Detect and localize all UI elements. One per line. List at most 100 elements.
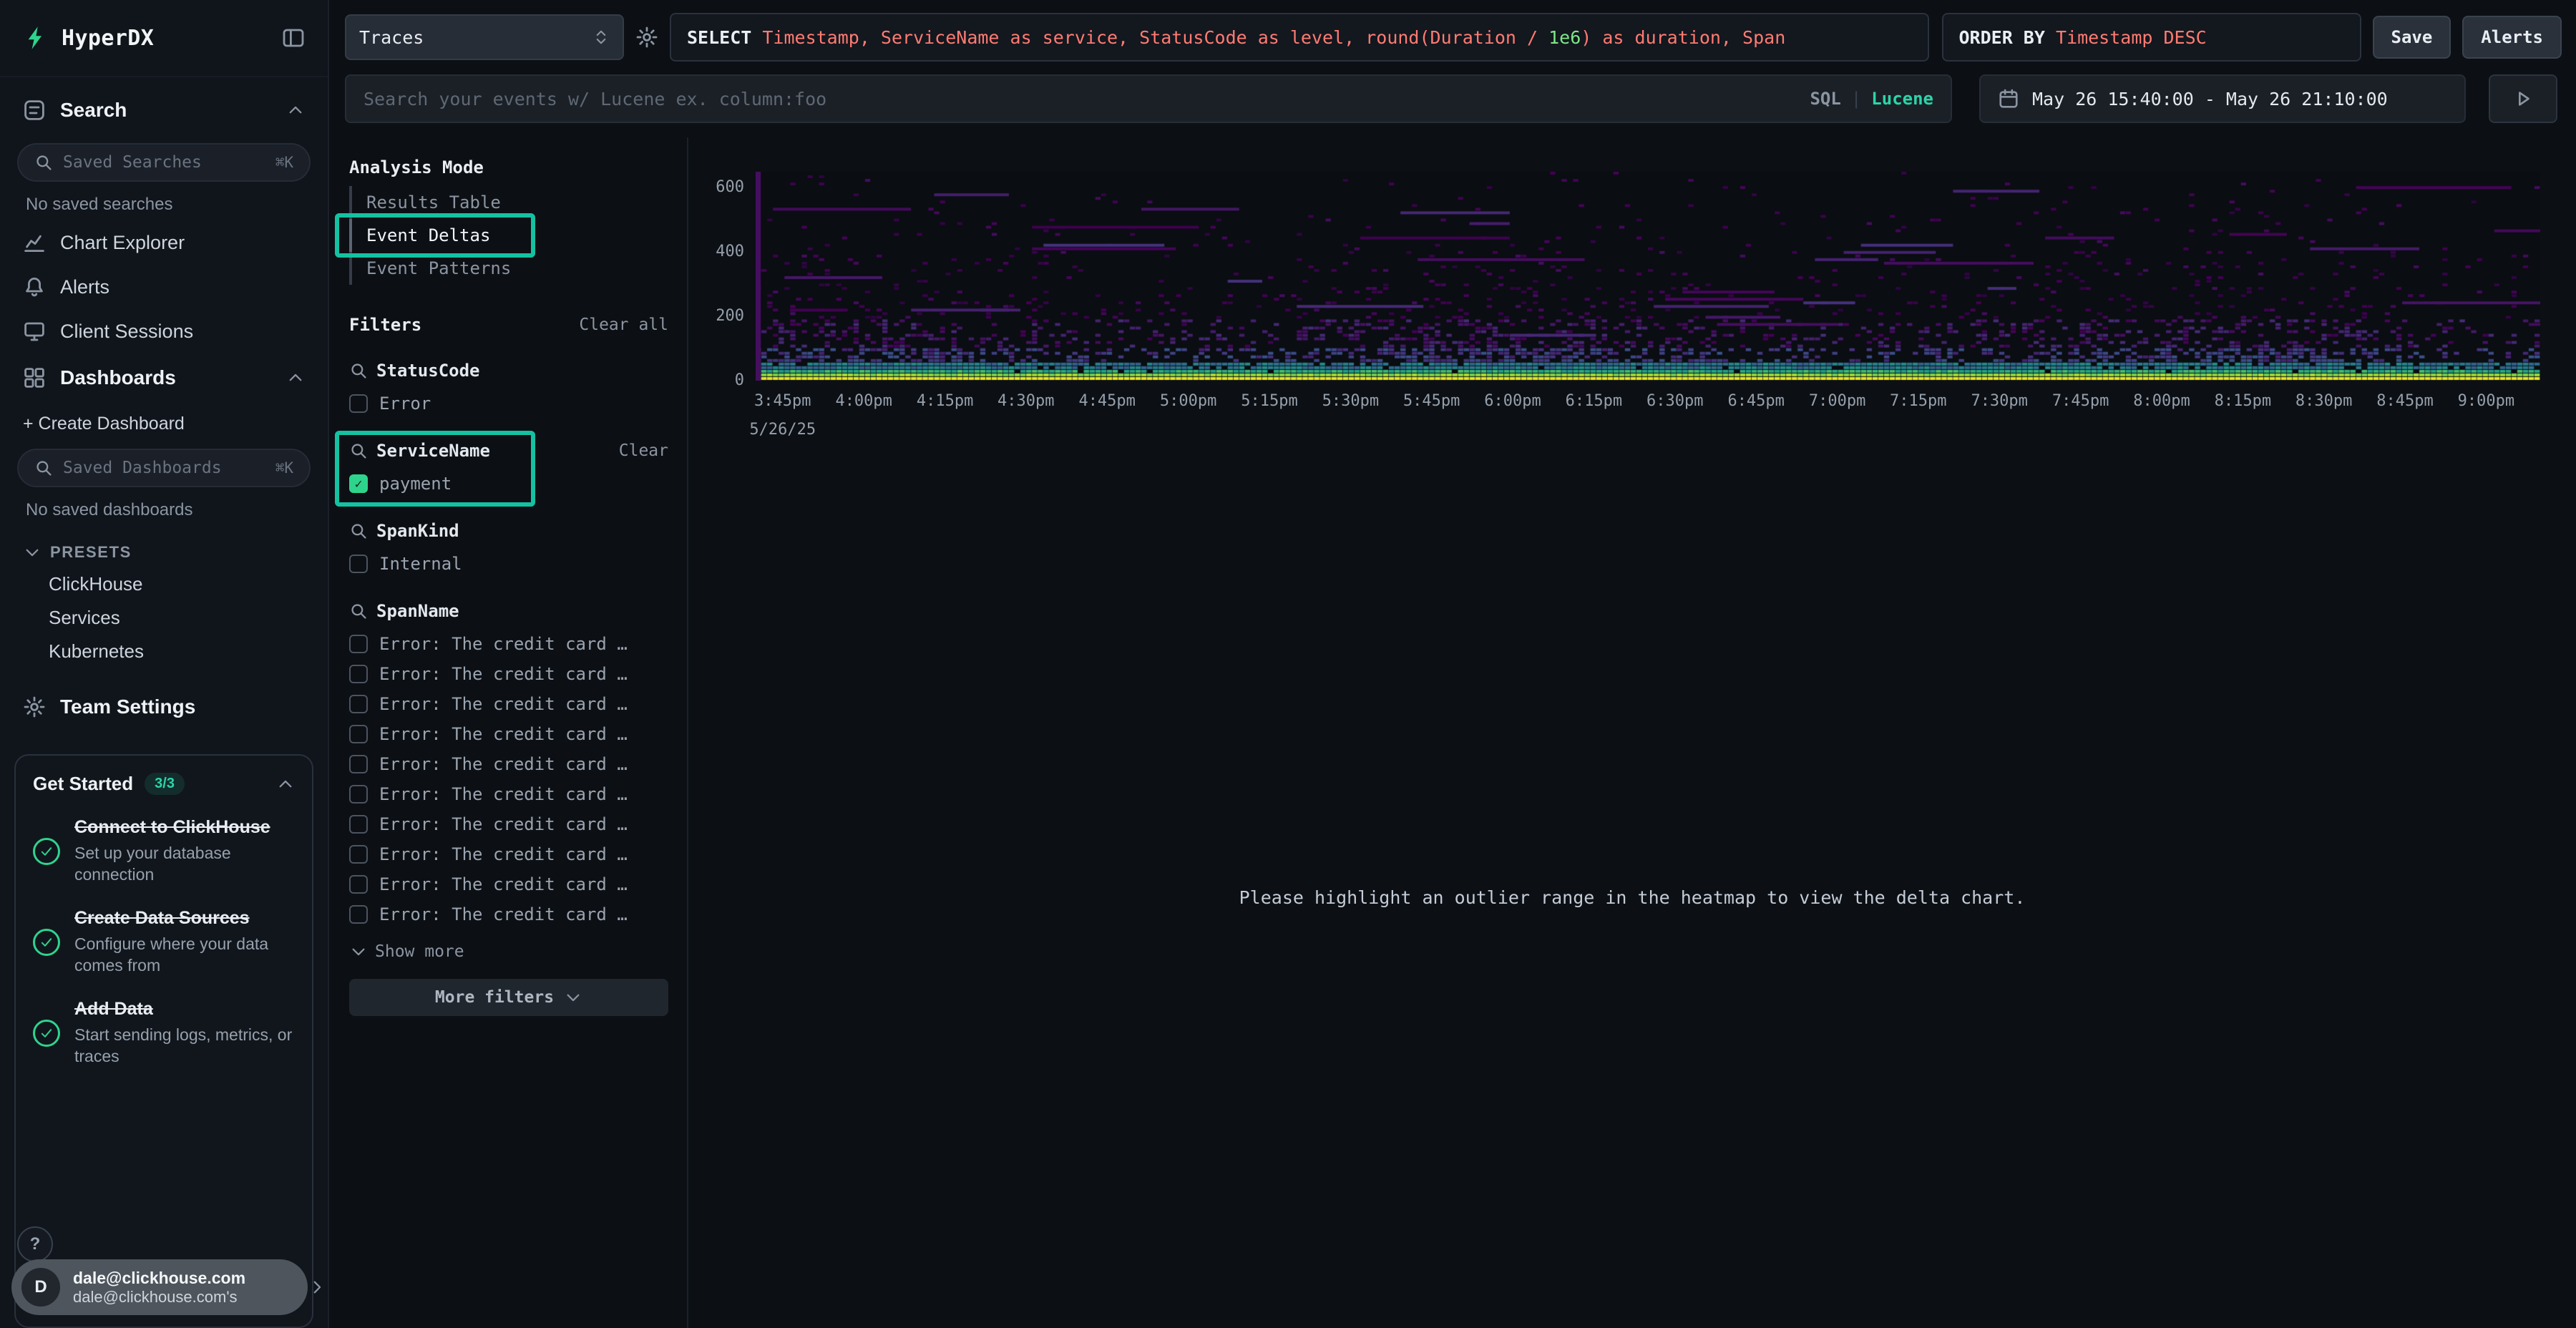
user-menu[interactable]: D dale@clickhouse.com dale@clickhouse.co… <box>11 1259 308 1315</box>
collapse-sidebar-icon[interactable] <box>282 26 305 49</box>
clear-filter-link[interactable]: Clear <box>619 441 668 460</box>
chevron-right-icon[interactable] <box>308 1278 326 1297</box>
show-more-link[interactable]: Show more <box>349 942 668 962</box>
presets-list: ClickHouseServicesKubernetes <box>0 567 328 668</box>
checkbox[interactable] <box>349 815 368 834</box>
filter-option[interactable]: Error: The credit card … <box>349 721 668 747</box>
sidebar-item-dashboards[interactable]: Dashboards <box>0 356 328 399</box>
chart-icon <box>23 231 46 254</box>
x-axis-tick-label: 7:30pm <box>1971 392 2027 410</box>
checkbox[interactable]: ✓ <box>349 474 368 493</box>
filter-option[interactable]: ✓ payment <box>349 471 668 497</box>
filter-option[interactable]: Error: The credit card … <box>349 751 668 777</box>
chevron-up-icon[interactable] <box>276 775 295 794</box>
sql-orderby-input[interactable]: ORDER BY Timestamp DESC <box>1942 13 2361 62</box>
filter-option[interactable]: Error: The credit card … <box>349 902 668 927</box>
analysis-mode-option-event-patterns[interactable]: Event Patterns <box>349 252 668 285</box>
checkbox[interactable] <box>349 905 368 924</box>
duration-heatmap[interactable] <box>756 172 2540 381</box>
bell-icon <box>23 275 46 298</box>
filter-option[interactable]: Internal <box>349 551 668 577</box>
analysis-mode-option-event-deltas[interactable]: Event Deltas <box>349 219 668 252</box>
filter-option[interactable]: Error: The credit card … <box>349 841 668 867</box>
sql-token: SELECT <box>687 27 762 48</box>
checkbox[interactable] <box>349 394 368 413</box>
checkbox[interactable] <box>349 785 368 804</box>
filter-group-name: SpanName <box>376 601 459 621</box>
x-axis-tick-label: 5:15pm <box>1241 392 1297 410</box>
app-root: HyperDX Search Saved Searches ⌘K No save… <box>0 0 2576 1328</box>
chevron-up-icon[interactable] <box>286 101 305 119</box>
sidebar-item-search[interactable]: Search <box>0 89 328 132</box>
x-axis-tick-label: 4:30pm <box>997 392 1054 410</box>
preset-item-kubernetes[interactable]: Kubernetes <box>0 635 328 668</box>
create-dashboard-button[interactable]: + Create Dashboard <box>0 399 328 437</box>
checkbox[interactable] <box>349 725 368 743</box>
help-button[interactable]: ? <box>17 1226 53 1262</box>
more-filters-button[interactable]: More filters <box>349 979 668 1016</box>
lucene-mode-toggle[interactable]: Lucene <box>1871 89 1933 109</box>
sql-token: ) as duration, Span <box>1581 27 1785 48</box>
filter-option[interactable]: Error: The credit card … <box>349 631 668 657</box>
get-started-step[interactable]: Connect to ClickHouse Set up your databa… <box>33 816 295 886</box>
saved-searches-placeholder: Saved Searches <box>63 153 265 172</box>
search-icon <box>349 441 368 460</box>
checkbox[interactable] <box>349 875 368 894</box>
checkbox[interactable] <box>349 695 368 713</box>
x-axis-tick-label: 6:00pm <box>1484 392 1541 410</box>
hyperdx-logo-icon <box>23 25 49 51</box>
presets-toggle[interactable]: PRESETS <box>0 526 328 567</box>
get-started-step[interactable]: Add Data Start sending logs, metrics, or… <box>33 998 295 1068</box>
event-search-input[interactable]: Search your events w/ Lucene ex. column:… <box>345 74 1952 123</box>
sql-token: Timestamp, ServiceName as service, Statu… <box>762 27 1548 48</box>
sidebar-item-team-settings[interactable]: Team Settings <box>0 685 328 728</box>
filter-option[interactable]: Error: The credit card … <box>349 811 668 837</box>
source-select[interactable]: Traces <box>345 14 624 60</box>
checkbox[interactable] <box>349 665 368 683</box>
x-axis-tick-label: 3:45pm <box>754 392 811 410</box>
chevron-down-icon <box>564 988 582 1007</box>
filter-option-label: Error: The credit card … <box>379 904 628 924</box>
filter-option-label: Error <box>379 394 431 414</box>
filter-group-name: ServiceName <box>376 441 490 461</box>
clear-all-filters-link[interactable]: Clear all <box>579 313 668 336</box>
checkbox[interactable] <box>349 635 368 653</box>
filter-option[interactable]: Error: The credit card … <box>349 661 668 687</box>
checkbox[interactable] <box>349 845 368 864</box>
sql-mode-toggle[interactable]: SQL <box>1810 89 1840 109</box>
sidebar-item-alerts[interactable]: Alerts <box>0 265 328 309</box>
filter-group-statuscode: StatusCode Error <box>349 359 668 416</box>
sql-select-input[interactable]: SELECT Timestamp, ServiceName as service… <box>670 13 1929 62</box>
run-query-button[interactable] <box>2489 74 2557 123</box>
x-axis: 3:45pm4:00pm4:15pm4:30pm4:45pm5:00pm5:15… <box>756 392 2540 412</box>
x-axis-tick-label: 5:30pm <box>1322 392 1379 410</box>
filter-option[interactable]: Error: The credit card … <box>349 872 668 897</box>
filter-option[interactable]: Error <box>349 391 668 416</box>
saved-searches-input[interactable]: Saved Searches ⌘K <box>17 143 311 182</box>
get-started-step[interactable]: Create Data Sources Configure where your… <box>33 907 295 977</box>
source-settings-gear-icon[interactable] <box>635 26 658 49</box>
search-placeholder: Search your events w/ Lucene ex. column:… <box>364 89 1798 109</box>
save-button[interactable]: Save <box>2373 16 2451 59</box>
time-range-picker[interactable]: May 26 15:40:00 - May 26 21:10:00 <box>1979 74 2466 123</box>
alerts-button[interactable]: Alerts <box>2462 16 2562 59</box>
query-language-toggle: SQL | Lucene <box>1810 89 1933 109</box>
filter-option-label: Error: The credit card … <box>379 874 628 894</box>
checkbox[interactable] <box>349 555 368 573</box>
filter-option-label: Error: The credit card … <box>379 844 628 864</box>
checkbox[interactable] <box>349 755 368 773</box>
x-axis-tick-label: 5:00pm <box>1160 392 1216 410</box>
sidebar-item-client-sessions[interactable]: Client Sessions <box>0 309 328 353</box>
filter-option[interactable]: Error: The credit card … <box>349 781 668 807</box>
analysis-mode-options: Results TableEvent DeltasEvent Patterns <box>349 186 668 285</box>
analysis-mode-option-results-table[interactable]: Results Table <box>349 186 668 219</box>
analysis-mode-label: Analysis Mode <box>349 157 668 177</box>
chevron-up-icon[interactable] <box>286 368 305 387</box>
saved-dashboards-input[interactable]: Saved Dashboards ⌘K <box>17 449 311 487</box>
search-icon <box>349 602 368 620</box>
preset-item-clickhouse[interactable]: ClickHouse <box>0 567 328 601</box>
preset-item-services[interactable]: Services <box>0 601 328 635</box>
filter-option[interactable]: Error: The credit card … <box>349 691 668 717</box>
sidebar-item-chart-explorer[interactable]: Chart Explorer <box>0 220 328 265</box>
toggle-divider: | <box>1851 89 1861 109</box>
